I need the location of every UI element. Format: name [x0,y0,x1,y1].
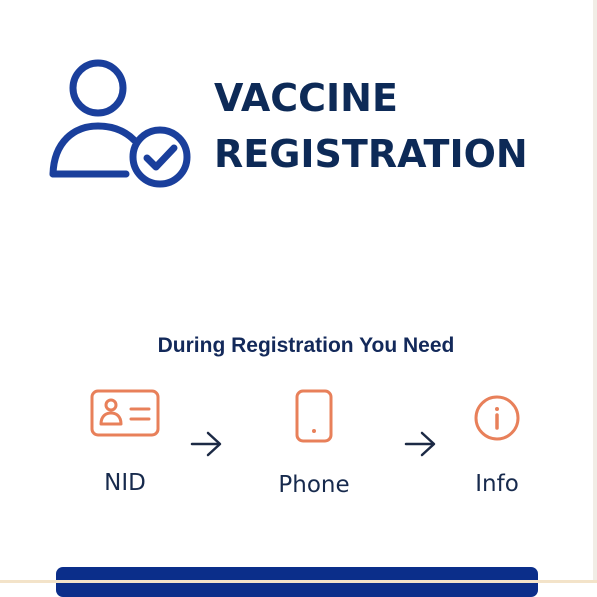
user-check-icon [49,59,191,188]
info-icon [474,395,520,441]
requirement-label: NID [104,470,146,496]
requirement-label: Phone [278,472,350,498]
page-title: VACCINE REGISTRATION [214,70,528,182]
title-line-1: VACCINE [214,76,398,120]
arrow-right-icon [190,431,222,457]
requirement-item-phone: Phone [264,388,364,498]
requirement-label: Info [475,471,519,497]
title-line-2: REGISTRATION [214,132,528,176]
smartphone-icon [295,389,333,443]
id-card-icon [90,389,160,437]
registration-card: VACCINE REGISTRATION During Registration… [0,0,593,597]
requirement-item-info: Info [462,393,532,497]
requirements-heading: During Registration You Need [157,334,455,357]
requirement-item-nid: NID [80,388,170,496]
page-edge-right [593,0,597,583]
arrow-right-icon [404,431,436,457]
